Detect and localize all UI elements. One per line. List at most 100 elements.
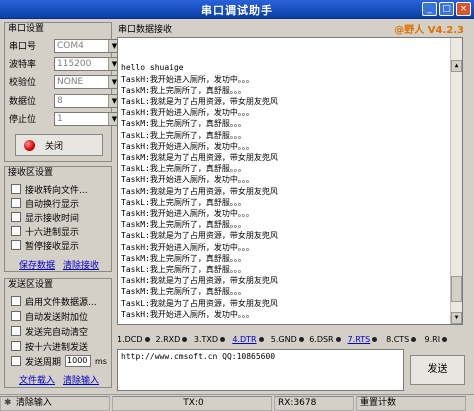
receive-line: TaskH:我开始进入厕所，发功中。。。 bbox=[121, 175, 254, 185]
scroll-thumb bbox=[451, 276, 462, 302]
receive-line: TaskH:我开始进入厕所，发功中。。。 bbox=[121, 209, 254, 219]
pin-led-icon bbox=[220, 336, 226, 342]
pin-label: 8.CTS bbox=[386, 334, 410, 344]
tx-counter: TX:0 bbox=[112, 395, 272, 411]
minimize-button[interactable]: _ bbox=[422, 2, 437, 16]
vertical-scrollbar[interactable]: ▲ ▼ bbox=[450, 38, 462, 324]
receive-line: TaskL:我上完厕所了，真舒服。。。 bbox=[121, 197, 246, 207]
tx-settings-title: 发送区设置 bbox=[8, 280, 54, 290]
pin-label: 7.RTS bbox=[347, 334, 371, 344]
tx-option-append[interactable]: 自动发送附加位 bbox=[11, 309, 88, 323]
receive-line: TaskH:我就是为了占用资源，带女朋友兜风 bbox=[121, 276, 278, 286]
databits-label: 数据位 bbox=[9, 97, 37, 107]
receive-line: TaskM:我上完厕所了，真舒服。。。 bbox=[121, 220, 246, 230]
pin-led-icon bbox=[182, 336, 188, 342]
databits-select[interactable]: 8 ▼ bbox=[54, 93, 121, 108]
serial-settings-title: 串口设置 bbox=[8, 24, 45, 34]
rx-settings-title: 接收区设置 bbox=[8, 168, 54, 178]
stopbits-row: 停止位 1 ▼ bbox=[9, 111, 121, 126]
receive-line: TaskH:我开始进入厕所，发功中。。。 bbox=[121, 74, 254, 84]
receive-line: TaskM:我上完厕所了，真舒服。。。 bbox=[121, 253, 246, 263]
reset-count-button[interactable]: 重置计数 bbox=[356, 395, 466, 411]
checkbox-icon bbox=[11, 198, 21, 208]
pin-led-icon bbox=[442, 336, 448, 342]
checkbox-icon bbox=[11, 356, 21, 366]
checkbox-icon bbox=[11, 226, 21, 236]
period-input[interactable]: 1000 bbox=[65, 355, 92, 367]
title-bar: 串口调试助手 _ □ × bbox=[0, 0, 474, 19]
receive-line: TaskL:我就是为了占用资源，带女朋友兜风 bbox=[121, 231, 278, 241]
rx-counter: RX:3678 bbox=[274, 395, 354, 411]
clear-input-link[interactable]: 清除输入 bbox=[63, 373, 99, 386]
pin-label: 3.TXD bbox=[193, 334, 219, 344]
rx-option-pause[interactable]: 暂停接收显示 bbox=[11, 238, 79, 252]
receive-line: TaskH:我开始进入厕所，发功中。。。 bbox=[121, 242, 254, 252]
pin-status-row: 1.DCD 2.RXD 3.TXD 4.DTR 5.GND 6.DSR 7.RTS 8.CTS… bbox=[117, 331, 463, 347]
rx-option-to-file[interactable]: 接收转向文件... bbox=[11, 182, 88, 196]
checkbox-icon bbox=[11, 184, 21, 194]
rx-option-time[interactable]: 显示接收时间 bbox=[11, 210, 79, 224]
receive-textarea[interactable]: hello shuaige TaskH:我开始进入厕所，发功中。。。 TaskM:我… bbox=[117, 37, 463, 325]
send-textarea[interactable]: http://www.cmsoft.cn QQ:10865600 bbox=[117, 349, 404, 391]
receive-line: TaskL:我上完厕所了，真舒服。。。 bbox=[121, 265, 246, 275]
save-data-link[interactable]: 保存数据 bbox=[19, 258, 55, 271]
checkbox-icon bbox=[11, 311, 21, 321]
rx-option-wrap[interactable]: 自动换行显示 bbox=[11, 196, 79, 210]
rx-option-hex[interactable]: 十六进制显示 bbox=[11, 224, 79, 238]
status-led-icon bbox=[24, 139, 35, 151]
status-clear-input[interactable]: ✱ 清除输入 bbox=[0, 395, 110, 411]
load-file-link[interactable]: 文件载入 bbox=[19, 373, 55, 386]
window-title: 串口调试助手 bbox=[201, 4, 273, 17]
tx-option-auto-clear[interactable]: 发送完自动清空 bbox=[11, 324, 88, 338]
pin-led-icon bbox=[372, 336, 378, 342]
maximize-button[interactable]: □ bbox=[439, 2, 454, 16]
baud-label: 波特率 bbox=[9, 60, 37, 70]
receive-line: TaskH:我开始进入厕所，发功中。。。 bbox=[121, 141, 254, 151]
tx-option-hex[interactable]: 按十六进制发送 bbox=[11, 339, 88, 353]
tx-option-period[interactable]: 发送周期 1000 ms bbox=[11, 354, 107, 368]
parity-row: 校验位 NONE ▼ bbox=[9, 74, 121, 89]
pin-indicator[interactable]: 7.RTS bbox=[348, 335, 386, 344]
checkbox-icon bbox=[11, 341, 21, 351]
checkbox-icon bbox=[11, 296, 21, 306]
pin-led-icon bbox=[258, 336, 264, 342]
pin-led-icon bbox=[144, 336, 150, 342]
pin-label: 4.DTR bbox=[232, 334, 257, 344]
parity-select[interactable]: NONE ▼ bbox=[54, 74, 121, 89]
pin-indicator: 3.TXD bbox=[194, 335, 232, 344]
send-button[interactable]: 发送 bbox=[410, 355, 465, 385]
scroll-down-icon: ▼ bbox=[451, 312, 462, 324]
stopbits-select[interactable]: 1 ▼ bbox=[54, 111, 121, 126]
close-port-label: 关闭 bbox=[45, 141, 64, 152]
receive-title: 串口数据接收 bbox=[118, 25, 173, 35]
baud-row: 波特率 115200 ▼ bbox=[9, 56, 121, 71]
period-label: 发送周期 bbox=[25, 357, 62, 368]
receive-line: TaskM:我上完厕所了，真舒服。。。 bbox=[121, 85, 246, 95]
receive-line: TaskL:我就是为了占用资源，带女朋友兜风 bbox=[121, 298, 278, 308]
pin-indicator[interactable]: 4.DTR bbox=[232, 335, 270, 344]
port-select[interactable]: COM4 ▼ bbox=[54, 38, 121, 53]
pin-label: 6.DSR bbox=[309, 334, 334, 344]
databits-row: 数据位 8 ▼ bbox=[9, 93, 121, 108]
close-window-button[interactable]: × bbox=[456, 2, 471, 16]
receive-line: TaskH:我开始进入厕所，发功中。。。 bbox=[121, 309, 254, 319]
receive-line: TaskM:我上完厕所了，真舒服。。。 bbox=[121, 287, 246, 297]
receive-line: TaskL:我上完厕所了，真舒服。。。 bbox=[121, 164, 246, 174]
tx-option-file-source[interactable]: 启用文件数据源... bbox=[11, 294, 97, 308]
pin-label: 9.RI bbox=[424, 334, 441, 344]
receive-line: TaskL:我就是为了占用资源，带女朋友兜风 bbox=[121, 97, 278, 107]
gear-icon: ✱ bbox=[4, 397, 12, 408]
port-label: 串口号 bbox=[9, 42, 37, 52]
pin-led-icon bbox=[335, 336, 341, 342]
close-port-button[interactable]: 关闭 bbox=[15, 134, 103, 156]
pin-indicator: 6.DSR bbox=[309, 335, 347, 344]
pin-indicator: 2.RXD bbox=[155, 335, 193, 344]
serial-settings-group: 串口设置 串口号 COM4 ▼ 波特率 115200 ▼ 校验位 NONE ▼ 数据位… bbox=[4, 22, 121, 162]
receive-line: TaskL:我上完厕所了，真舒服。。。 bbox=[121, 130, 246, 140]
pin-label: 2.RXD bbox=[155, 334, 181, 344]
receive-line: TaskM:我上完厕所了，真舒服。。。 bbox=[121, 119, 246, 129]
tx-settings-group: 发送区设置 启用文件数据源... 自动发送附加位 发送完自动清空 按十六进制发送… bbox=[4, 278, 112, 388]
pin-indicator: 5.GND bbox=[271, 335, 309, 344]
baud-select[interactable]: 115200 ▼ bbox=[54, 56, 121, 71]
clear-receive-link[interactable]: 清除接收 bbox=[63, 258, 99, 271]
